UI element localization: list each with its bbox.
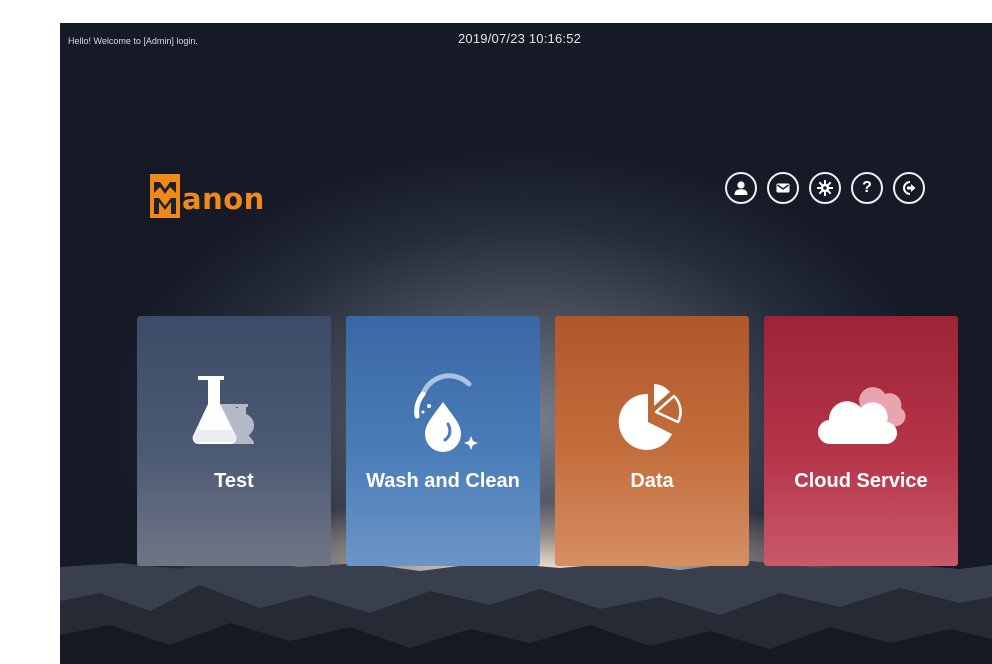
cloud-icon <box>817 387 906 445</box>
cloud-service-tile[interactable]: Cloud Service <box>764 316 958 566</box>
settings-icon <box>817 180 833 196</box>
data-tile[interactable]: Data <box>555 316 749 566</box>
mail-button[interactable] <box>767 172 799 204</box>
test-tile[interactable]: Test <box>137 316 331 566</box>
flask-icon <box>192 376 254 444</box>
user-icon <box>734 181 748 195</box>
logout-button[interactable] <box>893 172 925 204</box>
brand-name: anon <box>182 182 265 216</box>
tile-label-wash-and-clean: Wash and Clean <box>366 470 520 492</box>
water-drop-icon <box>414 373 478 452</box>
current-datetime: 2019/07/23 10:16:52 <box>458 31 582 46</box>
wash-and-clean-tile[interactable]: Wash and Clean <box>346 316 540 566</box>
logo-mark-icon <box>150 174 180 218</box>
user-button[interactable] <box>725 172 757 204</box>
main-screen: Hello! Welcome to [Admin] login. 2019/07… <box>60 23 992 664</box>
brand-logo: anon <box>150 173 265 219</box>
settings-button[interactable] <box>809 172 841 204</box>
mountain-silhouette <box>60 561 992 664</box>
welcome-message: Hello! Welcome to [Admin] login. <box>68 36 198 46</box>
tile-label-test: Test <box>214 470 254 492</box>
tile-label-cloud-service: Cloud Service <box>794 470 928 492</box>
logout-icon <box>903 181 916 195</box>
tile-label-data: Data <box>630 470 674 492</box>
pie-chart-icon <box>618 384 682 450</box>
top-toolbar: ? <box>725 172 925 204</box>
mail-icon <box>776 183 790 193</box>
help-button[interactable]: ? <box>851 172 883 204</box>
help-icon: ? <box>862 179 872 196</box>
